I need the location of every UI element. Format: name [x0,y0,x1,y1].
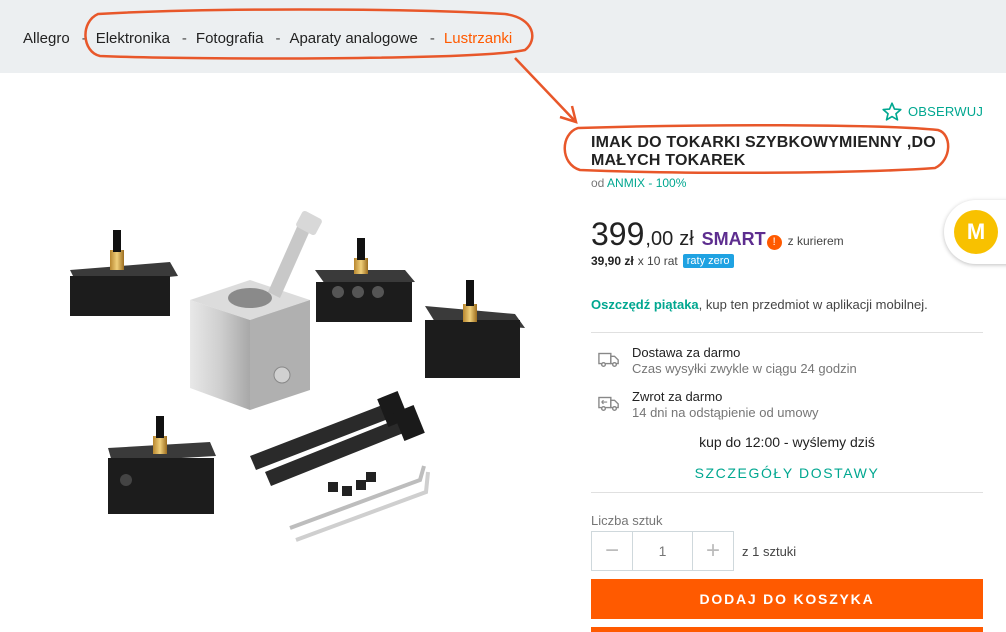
breadcrumb: Allegro - Elektronika - Fotografia - Aparaty a… [23,30,512,47]
divider [591,332,983,333]
promo-text: , kup ten przedmiot w aplikacji mobilnej… [698,297,928,312]
smart-badge[interactable]: M [944,200,1006,264]
breadcrumb-item-allegro[interactable]: Allegro [23,30,70,47]
returns-title: Zwrot za darmo [632,389,723,404]
annotation-arrow-head [559,105,578,124]
shipping-cutoff: kup do 12:00 - wyślemy dziś [699,434,875,450]
quantity-input[interactable]: 1 [632,532,693,570]
returns-subtitle: 14 dni na odstąpienie od umowy [632,405,819,420]
m-badge-icon: M [954,210,998,254]
smart-label[interactable]: SMART [702,229,766,250]
smart-info-icon[interactable]: ! [766,235,782,250]
product-title: IMAK DO TOKARKI SZYBKOWYMIENNY ,DO MAŁYC… [591,134,936,169]
installment-row: 39,90 zł x 10 rat raty zero [591,254,734,268]
mobile-promo: Oszczędź piątaka, kup ten przedmiot w ap… [591,297,928,312]
price-fraction: ,00 [645,228,674,250]
returns-info: Zwrot za darmo 14 dni na odstąpienie od … [598,389,818,420]
breadcrumb-separator: - [181,30,187,47]
add-to-cart-button[interactable]: DODAJ DO KOSZYKA [591,579,983,619]
breadcrumb-separator: - [81,30,87,47]
watch-label: OBSERWUJ [908,104,984,119]
breadcrumb-item-aparaty-analogowe[interactable]: Aparaty analogowe [289,30,417,47]
divider [591,492,983,493]
breadcrumb-item-fotografia[interactable]: Fotografia [196,30,264,47]
price-currency: zł [679,228,694,250]
breadcrumb-separator: - [275,30,281,47]
courier-text: z kurierem [787,234,844,248]
truck-icon [598,352,619,368]
quantity-stepper: − 1 + [591,531,734,571]
installment-count: x 10 rat [637,254,678,268]
delivery-info: Dostawa za darmo Czas wysyłki zwykle w c… [598,345,857,376]
star-outline-icon [882,102,902,121]
installment-amount: 39,90 zł [591,254,634,268]
delivery-texts: Dostawa za darmo Czas wysyłki zwykle w c… [632,345,857,376]
delivery-title: Dostawa za darmo [632,345,741,360]
quantity-plus-button[interactable]: + [693,532,733,570]
breadcrumb-item-elektronika[interactable]: Elektronika [96,30,170,47]
delivery-subtitle: Czas wysyłki zwykle w ciągu 24 godzin [632,361,857,376]
quantity-minus-button[interactable]: − [592,532,632,570]
delivery-details-link[interactable]: SZCZEGÓŁY DOSTAWY [591,465,983,481]
buy-now-button[interactable] [591,627,983,632]
product-image[interactable] [60,210,540,550]
breadcrumb-separator: - [429,30,435,47]
seller-line: od ANMIX - 100% [591,176,686,190]
seller-prefix: od [591,176,605,190]
promo-highlight[interactable]: Oszczędź piątaka [591,297,699,312]
breadcrumb-bar: Allegro - Elektronika - Fotografia - Aparaty a… [0,0,1006,73]
raty-zero-badge[interactable]: raty zero [682,254,734,268]
seller-name-link[interactable]: ANMIX - 100% [607,176,686,190]
quantity-available: z 1 sztuki [742,544,797,559]
price-row: 399 ,00 zł SMART ! z kurierem [591,216,844,253]
price-main: 399 [591,216,645,252]
return-truck-icon [598,396,619,412]
returns-texts: Zwrot za darmo 14 dni na odstąpienie od … [632,389,818,420]
quantity-label: Liczba sztuk [591,513,663,528]
breadcrumb-item-lustrzanki[interactable]: Lustrzanki [444,30,512,47]
watch-button[interactable]: OBSERWUJ [882,102,983,121]
